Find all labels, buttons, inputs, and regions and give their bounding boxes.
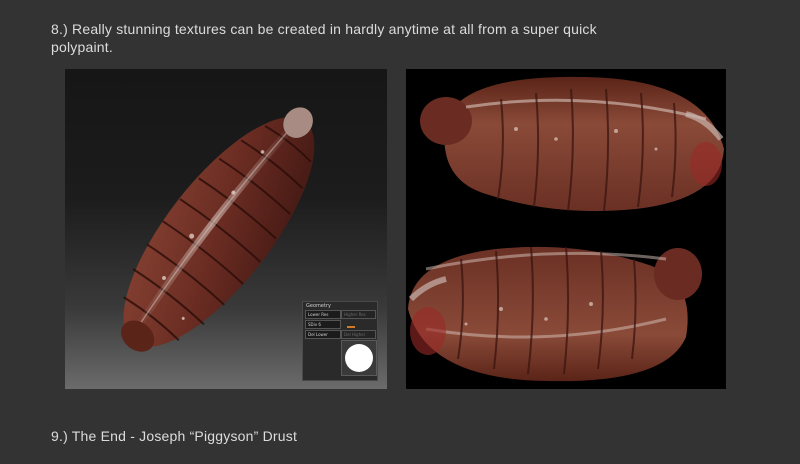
del-lower-button[interactable]: Del Lower: [305, 330, 341, 339]
polypaint-viewport-image: Geometry Lower Res Higher Res SDiv 6 Del…: [65, 69, 387, 389]
step-8-caption: 8.) Really stunning textures can be crea…: [51, 21, 597, 55]
texture-map-image: [406, 69, 726, 389]
sdiv-slider[interactable]: SDiv 6: [305, 320, 341, 329]
step-9-caption: 9.) The End - Joseph “Piggyson” Drust: [51, 428, 298, 444]
texture-render: [408, 76, 724, 382]
geometry-palette-title: Geometry: [306, 303, 331, 309]
del-higher-button[interactable]: Del Higher: [341, 330, 376, 339]
material-swatch[interactable]: [341, 340, 377, 376]
higher-res-button[interactable]: Higher Res: [341, 310, 376, 319]
material-sphere-icon: [345, 344, 373, 372]
sdiv-slider-handle[interactable]: [347, 326, 355, 328]
lower-res-button[interactable]: Lower Res: [305, 310, 341, 319]
geometry-palette: Geometry Lower Res Higher Res SDiv 6 Del…: [302, 301, 378, 381]
